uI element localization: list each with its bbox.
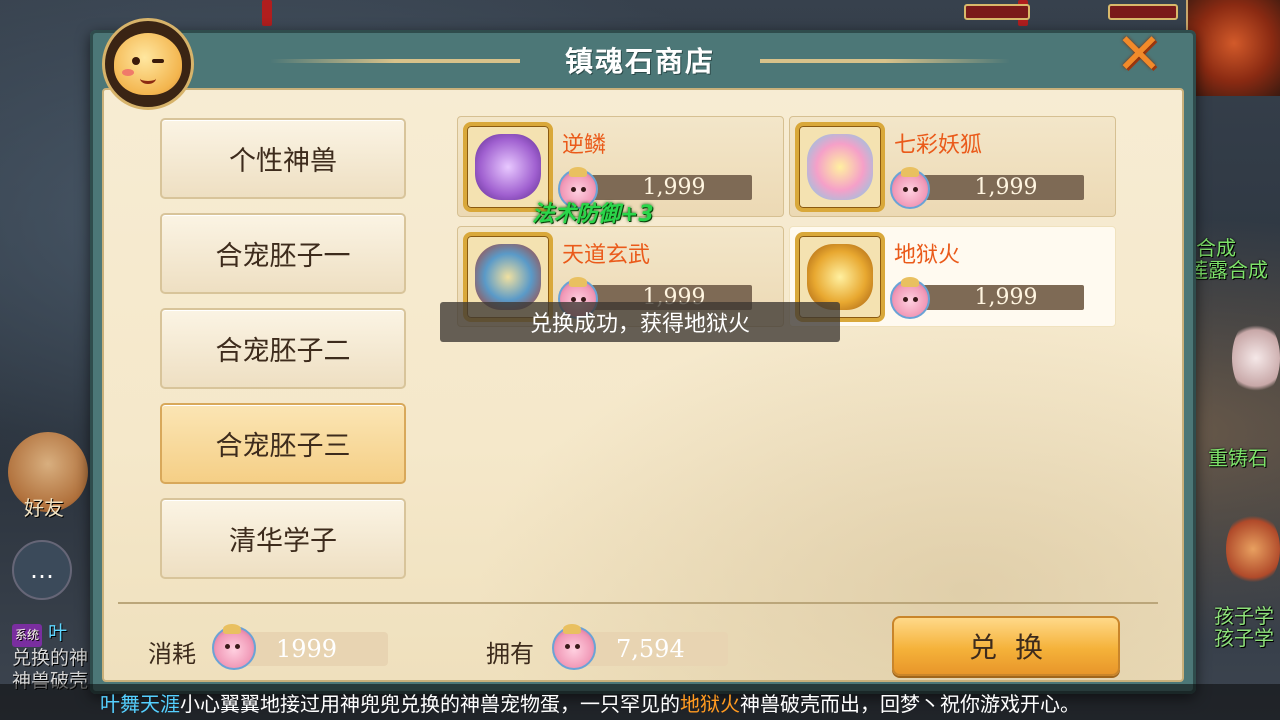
soul-coin-icon (890, 277, 930, 319)
category-tab-3[interactable]: 合宠胚子三 (160, 403, 406, 484)
side-label[interactable]: 莲露合成 (1188, 254, 1268, 283)
buff-popup-text: 法术防御+3 (532, 202, 654, 227)
chat-player-name: 叶 (48, 622, 68, 644)
ticker-pet-name: 地狱火 (680, 691, 740, 716)
item-price: 1,999 (914, 175, 1084, 200)
footer-divider (118, 602, 1158, 604)
panel-title: 镇魂石商店 (564, 45, 715, 78)
mascot-avatar-icon (102, 18, 194, 110)
soul-coin-icon (890, 167, 930, 209)
item-name: 地狱火 (894, 243, 961, 268)
ticker-text: 神兽破壳而出，回梦丶祝你游戏开心。 (740, 691, 1080, 716)
item-name: 七彩妖狐 (894, 133, 983, 158)
category-tab-4[interactable]: 清华学子 (160, 498, 406, 579)
item-name: 天道玄武 (562, 243, 651, 268)
toast-message: 兑换成功，获得地狱火 (440, 302, 840, 342)
hp-bar (964, 4, 1030, 20)
owned-value: 7,594 (580, 632, 728, 666)
npc-sprite[interactable] (1232, 318, 1280, 398)
soul-coin-icon (552, 624, 596, 670)
category-list: 个性神兽 合宠胚子一 合宠胚子二 合宠胚子三 清华学子 (160, 118, 408, 593)
title-ornament (760, 59, 1010, 63)
owned-label: 拥有 (486, 640, 534, 668)
broadcast-ticker: 叶舞天涯 小心翼翼地接过用神兜兜兑换的神兽宠物蛋，一只罕见的 地狱火 神兽破壳而… (0, 684, 1280, 720)
shop-item-card[interactable]: 七彩妖狐 1,999 (789, 116, 1116, 217)
category-tab-0[interactable]: 个性神兽 (160, 118, 406, 199)
side-label[interactable]: 孩子学 (1214, 622, 1274, 651)
player-avatar-portrait[interactable] (1186, 0, 1280, 96)
system-tag: 系统 (12, 624, 43, 647)
chat-line: 兑换的神 (12, 647, 89, 669)
mascot-face (114, 33, 182, 95)
friend-label: 好友 (24, 496, 64, 520)
exchange-button[interactable]: 兑换 (892, 616, 1120, 676)
decor-rope (262, 0, 272, 26)
rainbow-fox-pet-icon (795, 122, 885, 212)
cost-label: 消耗 (148, 640, 196, 668)
npc-sprite[interactable] (1226, 510, 1280, 588)
soul-coin-icon (212, 624, 256, 670)
title-bar: 镇魂石商店 (270, 40, 1010, 80)
category-tab-1[interactable]: 合宠胚子一 (160, 213, 406, 294)
title-ornament (270, 59, 520, 63)
chat-bubble-icon[interactable]: … (12, 540, 72, 600)
chat-log: 系统 叶 兑换的神 神兽破壳 (12, 622, 102, 693)
hp-bar (1108, 4, 1178, 20)
cost-value: 1999 (240, 632, 388, 666)
item-price: 1,999 (914, 285, 1084, 310)
side-label[interactable]: 重铸石 (1208, 442, 1268, 471)
category-tab-2[interactable]: 合宠胚子二 (160, 308, 406, 389)
ticker-text: 小心翼翼地接过用神兜兜兑换的神兽宠物蛋，一只罕见的 (180, 691, 680, 716)
item-name: 逆鳞 (562, 133, 607, 158)
ticker-player-name[interactable]: 叶舞天涯 (100, 688, 180, 717)
close-icon[interactable]: ✕ (1110, 26, 1168, 84)
